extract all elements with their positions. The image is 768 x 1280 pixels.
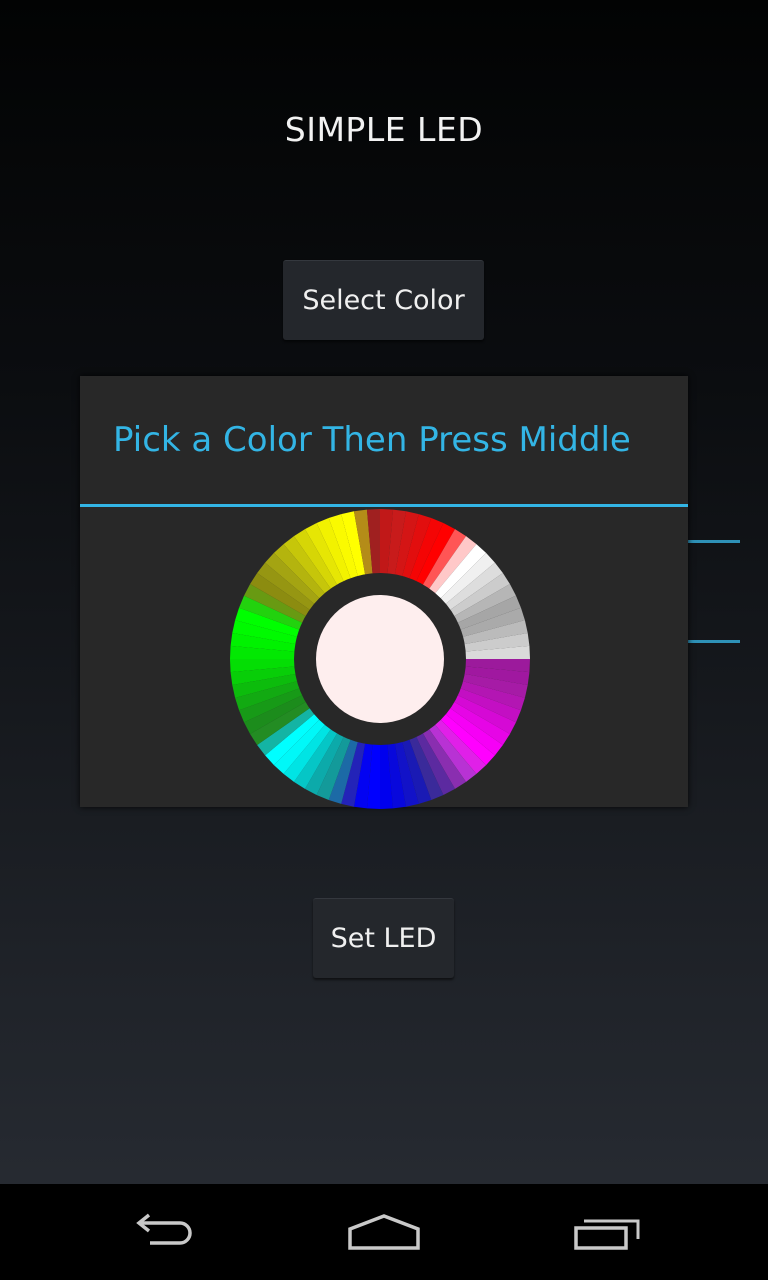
background-divider [688,640,740,643]
set-led-button[interactable]: Set LED [313,898,454,978]
recent-apps-icon [574,1219,640,1250]
color-picker-dialog: Pick a Color Then Press Middle [80,376,688,809]
select-color-button[interactable]: Select Color [283,260,484,340]
dialog-title-divider [80,504,688,507]
recent-apps-button[interactable] [480,1184,736,1280]
app-title: SIMPLE LED [284,110,484,149]
back-icon [136,1213,192,1245]
background-divider [688,540,740,543]
home-icon [348,1214,420,1250]
home-button[interactable] [256,1184,512,1280]
selected-color-preview[interactable] [316,595,444,723]
navigation-bar [0,1184,768,1280]
back-button[interactable] [32,1184,288,1280]
dialog-title: Pick a Color Then Press Middle [113,420,631,460]
color-wheel[interactable] [230,509,530,809]
